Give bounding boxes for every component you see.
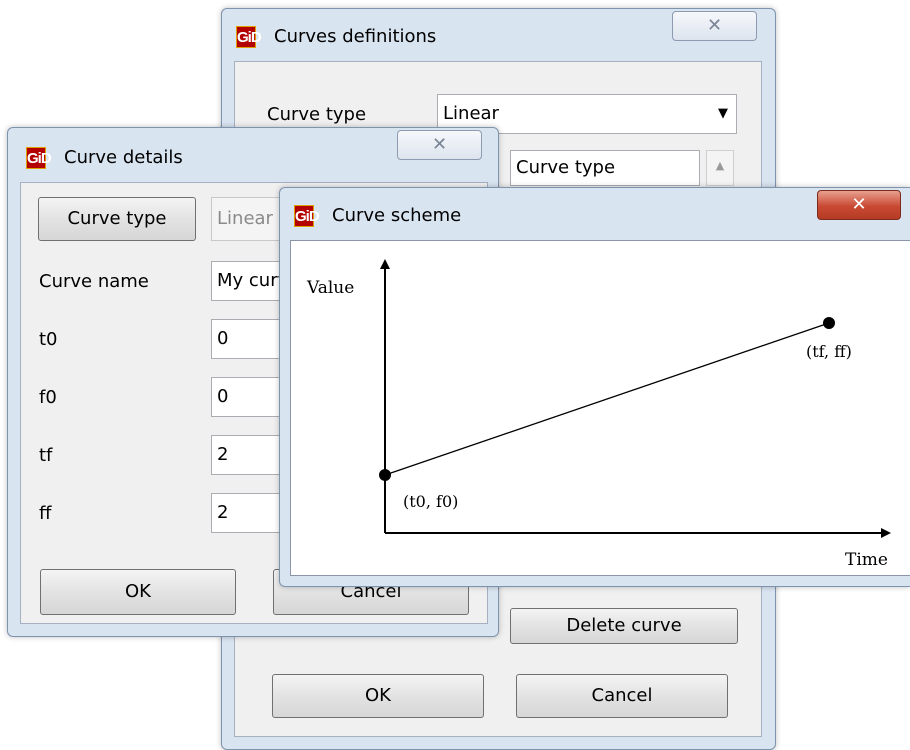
window-title: Curve scheme — [332, 205, 462, 226]
x-axis-label: Time — [845, 550, 888, 570]
t0-label: t0 — [39, 329, 58, 350]
curve-scheme-canvas: Value Time (t0, f0) (tf, ff) — [290, 240, 910, 576]
curve-name-label: Curve name — [39, 271, 149, 292]
title-bar[interactable]: GiD Curve details ✕ — [8, 128, 498, 169]
curve-type-label: Curve type — [267, 104, 367, 125]
end-point — [823, 317, 835, 329]
curve-scheme-diagram: Value Time (t0, f0) (tf, ff) — [306, 259, 891, 570]
tf-label: tf — [39, 445, 53, 466]
close-icon: ✕ — [706, 15, 723, 36]
gid-app-icon: GiD — [26, 147, 52, 169]
close-button[interactable]: ✕ — [817, 190, 901, 220]
gid-app-icon: GiD — [236, 26, 262, 48]
delete-curve-button[interactable]: Delete curve — [510, 608, 738, 644]
close-icon: ✕ — [851, 194, 867, 215]
cancel-button[interactable]: Cancel — [516, 674, 728, 718]
ok-button[interactable]: OK — [40, 569, 236, 615]
y-axis-label: Value — [306, 278, 354, 298]
title-bar[interactable]: GiD Curves definitions ✕ — [222, 9, 775, 49]
curve-scheme-window: GiD Curve scheme ✕ Value Time (t0, f0) (… — [279, 187, 910, 587]
f0-label: f0 — [39, 387, 57, 408]
curve-line — [384, 322, 830, 476]
close-button[interactable]: ✕ — [397, 130, 482, 160]
ff-label: ff — [39, 503, 52, 524]
end-point-label: (tf, ff) — [806, 342, 852, 361]
window-title: Curves definitions — [274, 26, 437, 47]
chevron-down-icon: ▼ — [718, 106, 728, 121]
title-bar[interactable]: GiD Curve scheme ✕ — [280, 188, 910, 228]
window-title: Curve details — [64, 147, 183, 168]
curve-type-button[interactable]: Curve type — [38, 197, 196, 241]
list-scroll-up-icon[interactable]: ▲ — [706, 150, 734, 186]
close-icon: ✕ — [431, 134, 448, 155]
close-button[interactable]: ✕ — [672, 11, 757, 41]
ok-button[interactable]: OK — [272, 674, 484, 718]
start-point — [379, 469, 391, 481]
curve-type-value: Linear — [443, 103, 499, 124]
gid-app-icon: GiD — [294, 205, 320, 227]
list-header-type[interactable]: Curve type — [510, 150, 700, 186]
start-point-label: (t0, f0) — [403, 492, 458, 511]
